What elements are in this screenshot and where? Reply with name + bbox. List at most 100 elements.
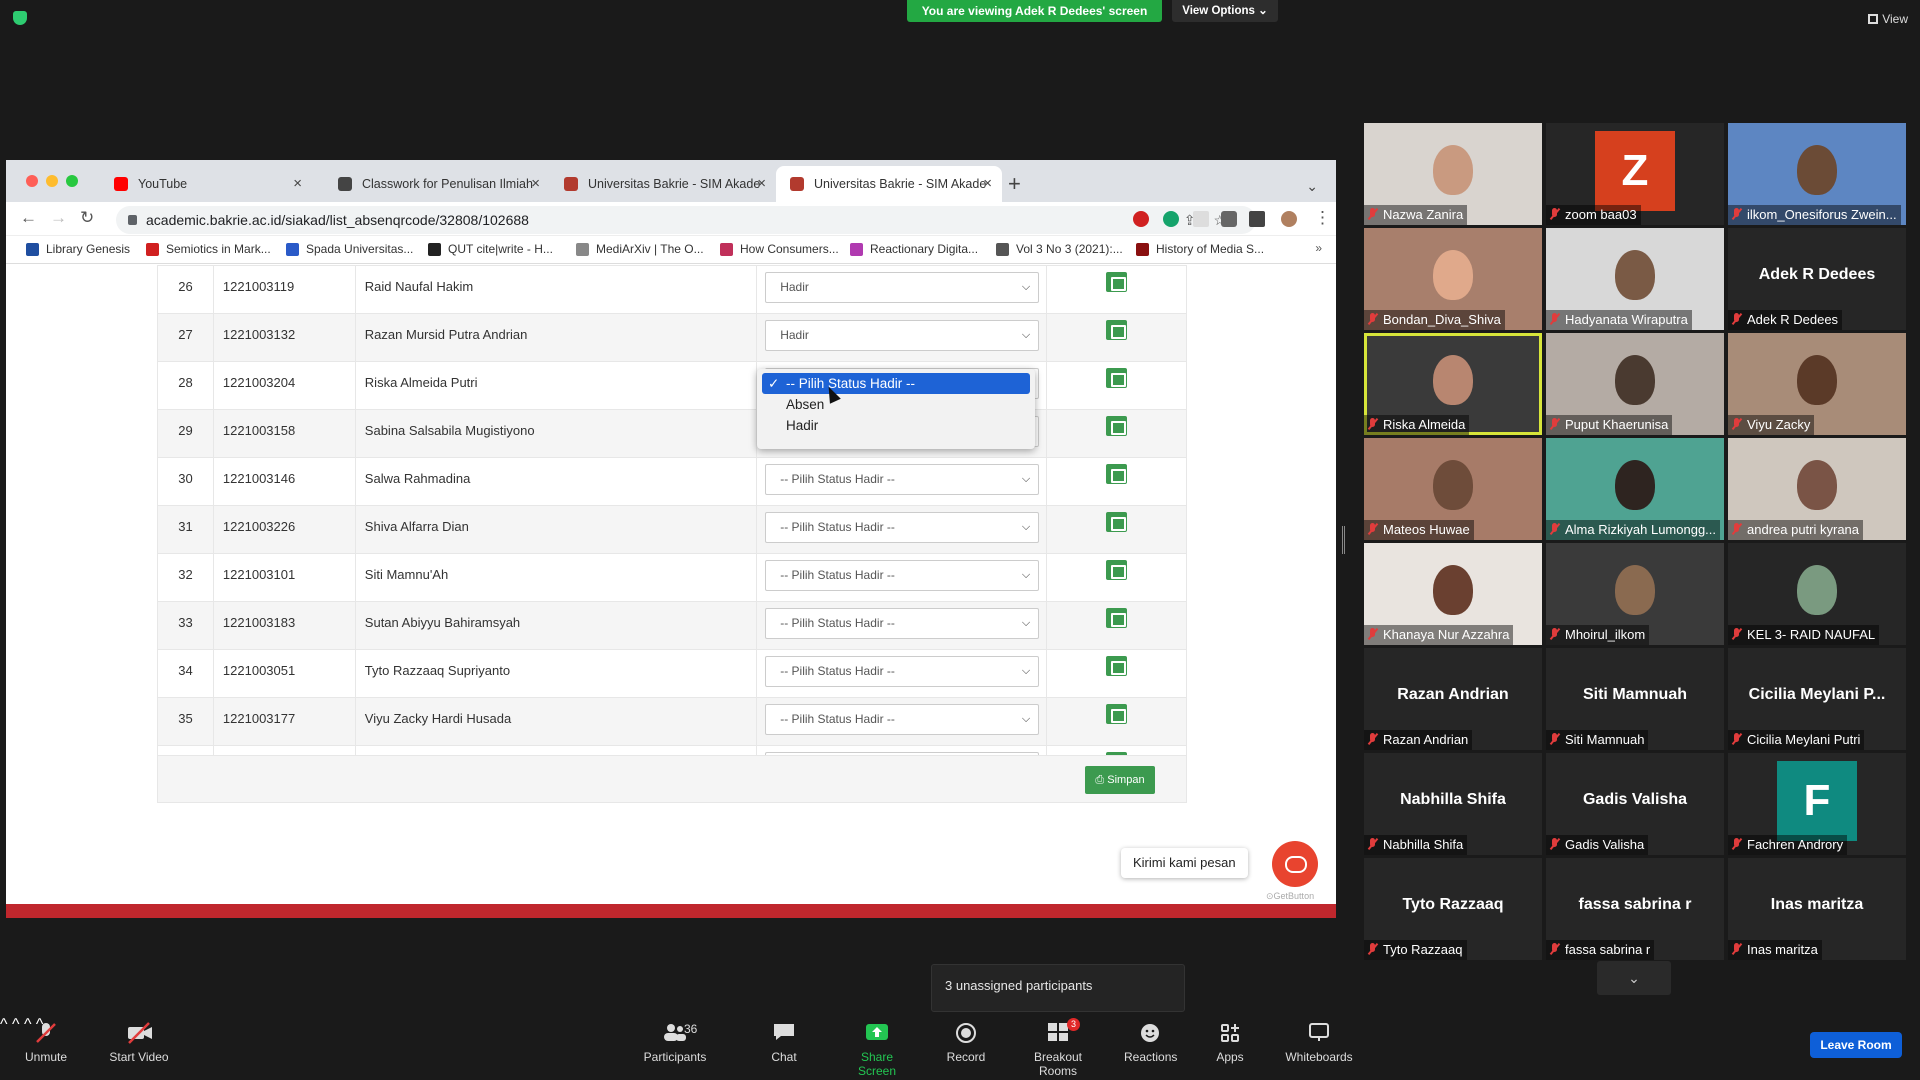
chat-button[interactable]: Chat [768,1022,800,1064]
resize-handle[interactable] [1342,526,1345,554]
reactions-button[interactable]: Reactions [1124,1022,1177,1064]
participant-tile[interactable]: Razan Andrian Razan Andrian [1364,648,1542,750]
status-select[interactable]: -- Pilih Status Hadir -- ⌵ [765,512,1040,543]
bookmark-item[interactable]: Spada Universitas... [286,242,413,256]
participant-tile[interactable]: Cicilia Meylani P... Cicilia Meylani Putr… [1728,648,1906,750]
participant-tile[interactable]: Bondan_Diva_Shiva [1364,228,1542,330]
chat-widget-button[interactable] [1272,841,1318,887]
participant-tile[interactable]: fassa sabrina r fassa sabrina r [1546,858,1724,960]
bookmark-item[interactable]: History of Media S... [1136,242,1264,256]
side-panel-icon[interactable] [1249,211,1265,227]
record-button[interactable]: Record [945,1022,987,1064]
simpan-button[interactable]: ⎙ Simpan [1085,766,1155,794]
video-options-caret[interactable]: ^ [12,1016,20,1033]
dropdown-option[interactable]: Hadir [762,415,1030,436]
status-select[interactable]: Hadir ⌵ [765,320,1040,351]
start-video-button[interactable]: Start Video [106,1022,172,1064]
participant-tile[interactable]: Gadis Valisha Gadis Valisha [1546,753,1724,855]
apps-button[interactable]: Apps [1214,1022,1246,1064]
bookmark-item[interactable]: QUT cite|write - H... [428,242,553,256]
reader-icon[interactable] [1193,211,1209,227]
status-select[interactable]: -- Pilih Status Hadir -- ⌵ [765,608,1040,639]
close-window-button[interactable] [26,175,38,187]
participant-tile[interactable]: Riska Almeida [1364,333,1542,435]
save-row-icon[interactable] [1106,560,1128,580]
leave-room-button[interactable]: Leave Room [1810,1032,1902,1058]
dropdown-option[interactable]: ✓ -- Pilih Status Hadir -- [762,373,1030,394]
bookmark-item[interactable]: Library Genesis [26,242,130,256]
close-tab-icon[interactable]: × [293,166,302,202]
status-dropdown-menu[interactable]: ✓ -- Pilih Status Hadir -- Absen Hadir [757,369,1035,449]
bookmark-item[interactable]: MediArXiv | The O... [576,242,704,256]
save-row-icon[interactable] [1106,320,1128,340]
dropdown-option[interactable]: Absen [762,394,1030,415]
chat-prompt[interactable]: Kirimi kami pesan [1121,848,1248,878]
gallery-next-page-button[interactable]: ⌄ [1597,961,1671,995]
bookmark-item[interactable]: Vol 3 No 3 (2021):... [996,242,1123,256]
maximize-window-button[interactable] [66,175,78,187]
save-row-icon[interactable] [1106,272,1128,292]
save-row-icon[interactable] [1106,464,1128,484]
profile-avatar[interactable] [1281,211,1297,227]
audio-options-caret[interactable]: ^ [0,1016,8,1033]
unassigned-participants-notice[interactable]: 3 unassigned participants [931,964,1185,1012]
share-screen-button[interactable]: Share Screen [841,1022,913,1078]
browser-tab[interactable]: Classwork for Penulisan Ilmiah × [324,166,550,202]
participant-tile[interactable]: KEL 3- RAID NAUFAL [1728,543,1906,645]
participant-tile[interactable]: Hadyanata Wiraputra [1546,228,1724,330]
close-tab-icon[interactable]: × [531,166,540,202]
back-arrow-icon[interactable]: ← [20,208,37,228]
status-select[interactable]: -- Pilih Status Hadir -- ⌵ [765,560,1040,591]
breakout-rooms-button[interactable]: 3 Breakout Rooms [1014,1018,1102,1078]
bookmark-item[interactable]: How Consumers... [720,242,839,256]
unmute-button[interactable]: Unmute [22,1022,70,1064]
participant-tile[interactable]: andrea putri kyrana [1728,438,1906,540]
more-bookmarks-icon[interactable]: » [1315,241,1322,255]
status-select[interactable]: -- Pilih Status Hadir -- ⌵ [765,464,1040,495]
participant-tile[interactable]: Khanaya Nur Azzahra [1364,543,1542,645]
participant-tile[interactable]: Puput Khaerunisa [1546,333,1724,435]
save-row-icon[interactable] [1106,704,1128,724]
participants-button[interactable]: 36 Participants [640,1022,710,1064]
close-tab-icon[interactable]: × [757,166,766,202]
participant-tile[interactable]: Tyto Razzaaq Tyto Razzaaq [1364,858,1542,960]
browser-tab[interactable]: Universitas Bakrie - SIM Akade × [776,166,1002,202]
status-select[interactable]: Hadir ⌵ [765,272,1040,303]
tab-search-button[interactable]: ⌄ [1306,168,1318,204]
bookmark-item[interactable]: Reactionary Digita... [850,242,978,256]
status-select[interactable]: -- Pilih Status Hadir -- ⌵ [765,704,1040,735]
bookmark-item[interactable]: Semiotics in Mark... [146,242,271,256]
puzzle-icon[interactable] [1221,211,1237,227]
participant-tile[interactable]: Inas maritza Inas maritza [1728,858,1906,960]
participant-tile[interactable]: Adek R Dedees Adek R Dedees [1728,228,1906,330]
address-bar[interactable]: academic.bakrie.ac.id/siakad/list_absenq… [116,206,1256,234]
participant-tile[interactable]: Nabhilla Shifa Nabhilla Shifa [1364,753,1542,855]
extension-icon[interactable] [1133,211,1149,227]
status-select[interactable]: -- Pilih Status Hadir -- ⌵ [765,656,1040,687]
save-row-icon[interactable] [1106,656,1128,676]
whiteboards-button[interactable]: Whiteboards [1283,1022,1355,1064]
participant-tile[interactable]: Nazwa Zanira [1364,123,1542,225]
participant-tile[interactable]: Zzoom baa03 [1546,123,1724,225]
participant-tile[interactable]: ilkom_Onesiforus Zwein... [1728,123,1906,225]
view-options-button[interactable]: View Options ⌄ [1172,0,1278,22]
save-row-icon[interactable] [1106,368,1128,388]
participant-tile[interactable]: Mhoirul_ilkom [1546,543,1724,645]
close-tab-icon[interactable]: × [983,166,992,202]
participant-tile[interactable]: Siti Mamnuah Siti Mamnuah [1546,648,1724,750]
kebab-menu-icon[interactable]: ⋮ [1314,208,1331,228]
participant-tile[interactable]: Alma Rizkiyah Lumongg... [1546,438,1724,540]
participant-tile[interactable]: Mateos Huwae [1364,438,1542,540]
reload-icon[interactable]: ↻ [80,208,94,228]
save-row-icon[interactable] [1106,608,1128,628]
participant-tile[interactable]: Viyu Zacky [1728,333,1906,435]
new-tab-button[interactable]: + [1008,166,1021,202]
browser-tab[interactable]: YouTube × [100,166,312,202]
grammarly-icon[interactable] [1163,211,1179,227]
save-row-icon[interactable] [1106,512,1128,532]
minimize-window-button[interactable] [46,175,58,187]
security-shield-icon[interactable] [13,11,27,25]
save-row-icon[interactable] [1106,416,1128,436]
browser-tab[interactable]: Universitas Bakrie - SIM Akade × [550,166,776,202]
view-button[interactable]: View [1868,12,1908,26]
